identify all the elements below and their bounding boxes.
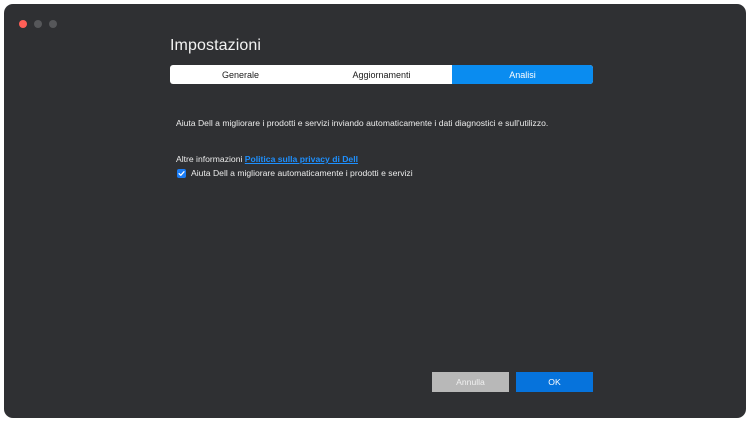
tab-generale[interactable]: Generale [170, 65, 311, 84]
more-info-label: Altre informazioni [176, 154, 243, 164]
window-controls [19, 20, 57, 28]
ok-button[interactable]: OK [516, 372, 593, 392]
close-window-button[interactable] [19, 20, 27, 28]
tab-bar: Generale Aggiornamenti Analisi [170, 65, 593, 84]
checkmark-icon [178, 170, 185, 176]
analytics-checkbox-row[interactable]: Aiuta Dell a migliorare automaticamente … [177, 168, 413, 178]
privacy-policy-link[interactable]: Politica sulla privacy di Dell [245, 154, 358, 164]
analytics-description: Aiuta Dell a migliorare i prodotti e ser… [176, 118, 549, 128]
settings-window: Impostazioni Generale Aggiornamenti Anal… [4, 4, 746, 418]
analytics-checkbox-label: Aiuta Dell a migliorare automaticamente … [191, 168, 413, 178]
minimize-window-button[interactable] [34, 20, 42, 28]
maximize-window-button[interactable] [49, 20, 57, 28]
tab-analisi[interactable]: Analisi [452, 65, 593, 84]
tab-aggiornamenti[interactable]: Aggiornamenti [311, 65, 452, 84]
more-info-line: Altre informazioni Politica sulla privac… [176, 154, 358, 164]
analytics-checkbox[interactable] [177, 168, 186, 178]
cancel-button[interactable]: Annulla [432, 372, 509, 392]
page-title: Impostazioni [170, 37, 262, 54]
